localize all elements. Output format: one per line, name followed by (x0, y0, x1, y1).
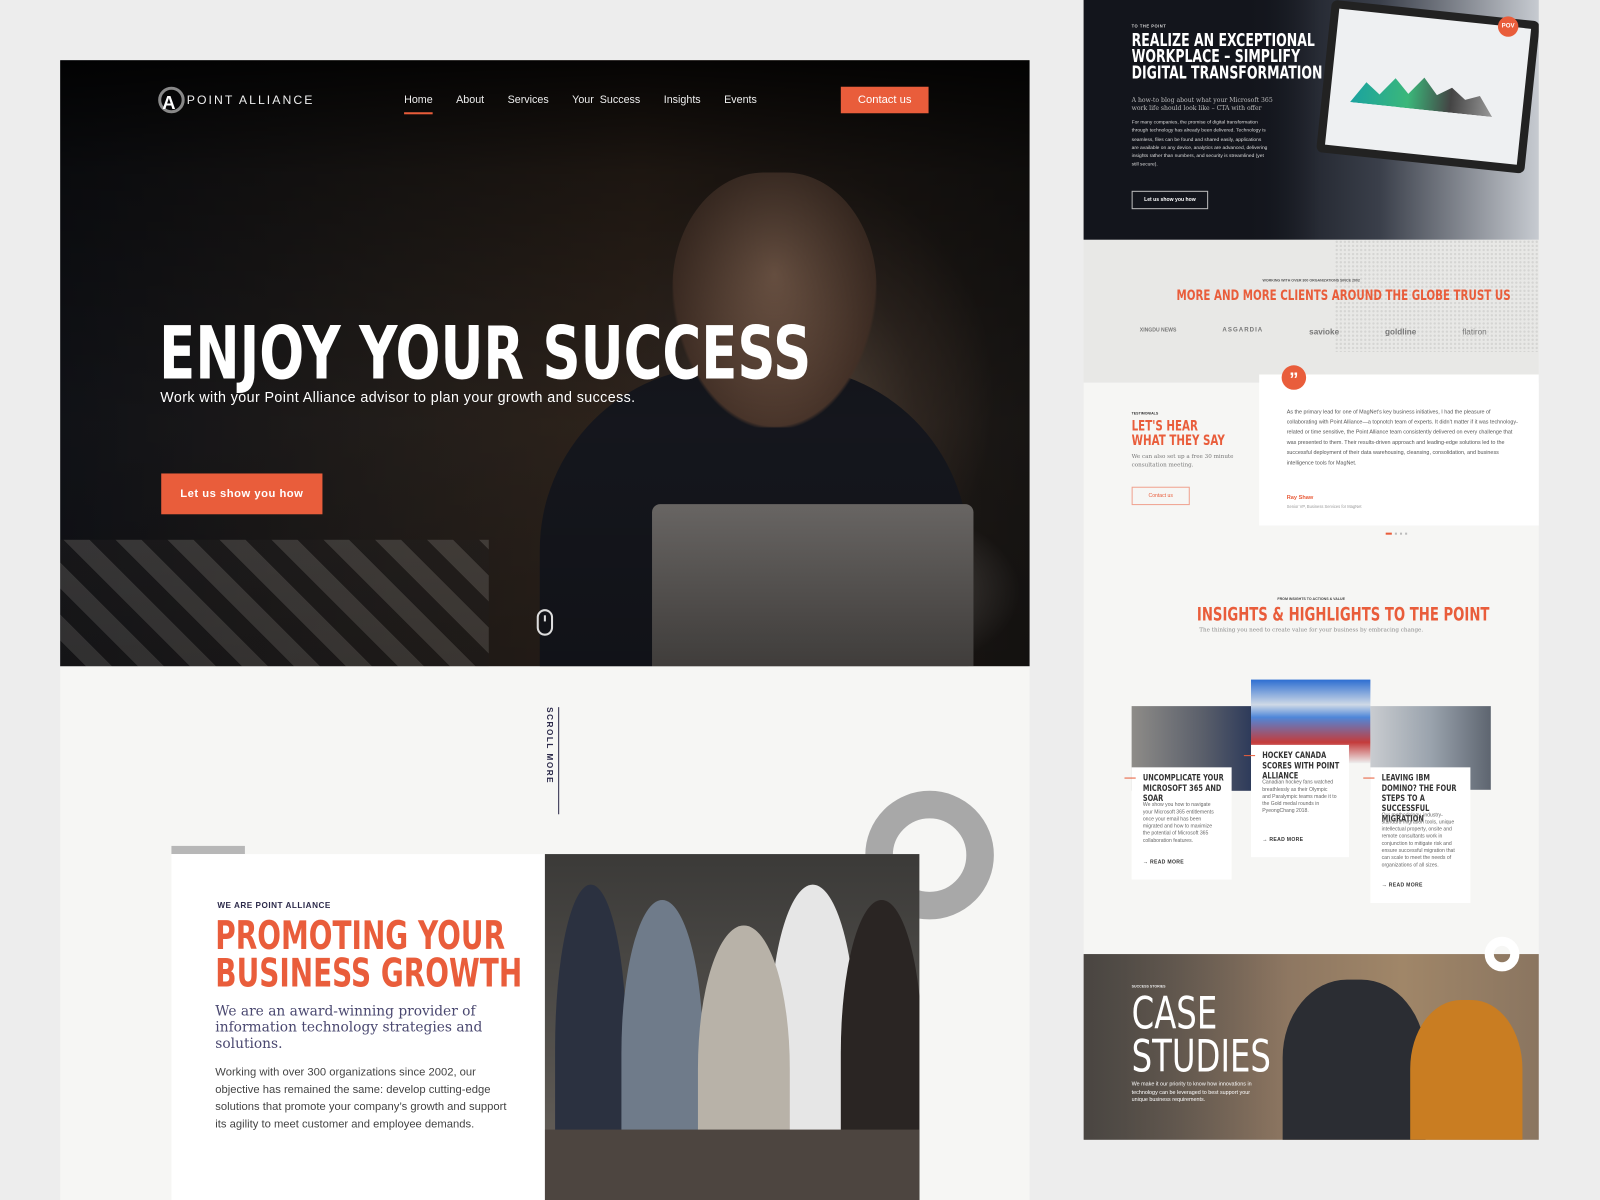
about-lead: We are an award-winning provider of info… (215, 1003, 483, 1053)
mouse-icon[interactable] (536, 609, 554, 636)
logo-text: POINT ALLIANCE (186, 92, 315, 108)
insight-text-3: Our methodology, industry-standard migra… (1381, 812, 1455, 869)
blog-title: REALIZE AN EXCEPTIONAL WORKPLACE – SIMPLI… (1131, 30, 1323, 84)
read-more-link-2[interactable]: → READ MORE (1262, 837, 1303, 843)
nav-about[interactable]: About (456, 94, 484, 114)
main-nav: Home About Services Your Success Insight… (404, 94, 757, 115)
testimonial-role: Senior VP, Business Services for MagNet (1286, 504, 1362, 510)
insight-card-2[interactable]: HOCKEY CANADA SCORES WITH POINT ALLIANCE… (1243, 744, 1349, 858)
pager-dot[interactable] (1399, 532, 1403, 535)
client-logos: XINGDU NEWS ASGARDIA savioke goldline fl… (1140, 328, 1487, 337)
nav-home[interactable]: Home (404, 94, 433, 115)
nav-services[interactable]: Services (508, 94, 549, 114)
team-photo (544, 854, 920, 1200)
blog-hero-section: POV TO THE POINT REALIZE AN EXCEPTIONAL W… (1083, 0, 1539, 240)
pager-dot[interactable] (1405, 532, 1408, 535)
clients-title: MORE AND MORE CLIENTS AROUND THE GLOBE T… (1176, 287, 1511, 305)
client-logo-asgardia: ASGARDIA (1222, 327, 1264, 334)
client-logo-savioke: savioke (1309, 327, 1340, 337)
nav-insights[interactable]: Insights (664, 94, 701, 114)
about-card: WE ARE POINT ALLIANCE PROMOTING YOUR BUSI… (171, 854, 546, 1200)
pager-dot[interactable] (1394, 532, 1397, 535)
client-logo-xingdu: XINGDU NEWS (1139, 327, 1177, 334)
insight-text-1: We show you how to navigate your Microso… (1142, 802, 1214, 844)
clients-eyebrow: WORKING WITH OVER 300 ORGANIZATIONS SINC… (1262, 278, 1360, 283)
hero-title: ENJOY YOUR SUCCESS (159, 310, 812, 396)
testimonial-author: Ray Shaw (1286, 494, 1314, 502)
hero-subtitle: Work with your Point Alliance advisor to… (160, 388, 636, 406)
quote-icon: ” (1281, 365, 1307, 390)
client-logo-flatiron: flatiron (1462, 327, 1487, 337)
hero-cta-button[interactable]: Let us show you how (161, 473, 323, 515)
read-more-link-1[interactable]: → READ MORE (1143, 859, 1184, 865)
logo[interactable]: POINT ALLIANCE (158, 86, 315, 114)
testimonial-card: As the primary lead for one of MagNet's … (1259, 374, 1539, 526)
insights-title: INSIGHTS & HIGHLIGHTS TO THE POINT (1196, 604, 1490, 626)
logo-icon (158, 86, 185, 114)
insight-title-2: HOCKEY CANADA SCORES WITH POINT ALLIANCE (1262, 751, 1340, 782)
client-logo-goldline: goldline (1385, 327, 1417, 337)
decorative-bar (171, 845, 245, 855)
testimonial-pager (1385, 532, 1408, 535)
insight-card-3[interactable]: LEAVING IBM DOMINO? THE FOUR STEPS TO A … (1363, 767, 1471, 904)
case-photo-woman (1410, 999, 1523, 1140)
about-section: SCROLL MORE WE ARE POINT ALLIANCE PROMOT… (60, 666, 1030, 1200)
blog-body: For many companies, the promise of digit… (1131, 120, 1268, 168)
clients-section: WORKING WITH OVER 300 ORGANIZATIONS SINC… (1083, 239, 1539, 383)
pager-dot-active[interactable] (1385, 532, 1392, 535)
insights-section: FROM INSIGHTS TO ACTIONS & VALUE INSIGHT… (1083, 545, 1539, 955)
nav-your-success[interactable]: Your Success (572, 94, 640, 114)
hero-section: POINT ALLIANCE Home About Services Your … (60, 60, 1030, 667)
testimonial-quote: As the primary lead for one of MagNet's … (1286, 409, 1518, 467)
case-body: We make it our priority to know how inno… (1131, 1081, 1252, 1104)
blog-cta-button[interactable]: Let us show you how (1131, 190, 1209, 210)
insights-subtitle: The thinking you need to create value fo… (1199, 627, 1424, 634)
about-eyebrow: WE ARE POINT ALLIANCE (217, 901, 331, 911)
read-more-link-3[interactable]: → READ MORE (1382, 883, 1423, 889)
blog-lead: A how-to blog about what your Microsoft … (1131, 96, 1273, 113)
insight-card-1[interactable]: UNCOMPLICATE YOUR MICROSOFT 365 AND SOAR… (1124, 767, 1232, 880)
testimonials-title: LET'S HEAR WHAT THEY SAY (1131, 418, 1225, 449)
nav-events[interactable]: Events (724, 94, 757, 114)
testimonials-contact-button[interactable]: Contact us (1131, 486, 1190, 506)
about-body: Working with over 300 organizations sinc… (215, 1066, 507, 1131)
testimonials-lead: We can also set up a free 30 minute cons… (1131, 454, 1234, 469)
case-title: CASE STUDIES (1131, 987, 1271, 1083)
scroll-more-indicator[interactable]: SCROLL MORE (545, 707, 560, 815)
blog-eyebrow: TO THE POINT (1131, 23, 1167, 29)
contact-us-button[interactable]: Contact us (840, 86, 929, 114)
case-studies-section: SUCCESS STORIES CASE STUDIES We make it o… (1083, 954, 1539, 1140)
insights-eyebrow: FROM INSIGHTS TO ACTIONS & VALUE (1277, 596, 1346, 602)
insight-title-1: UNCOMPLICATE YOUR MICROSOFT 365 AND SOAR (1142, 773, 1224, 805)
decorative-ring-small (1484, 936, 1520, 972)
pov-badge: POV (1497, 16, 1519, 37)
testimonials-eyebrow: TESTIMONIALS (1131, 411, 1159, 416)
insight-text-2: Canadian hockey fans watched breathlessl… (1262, 779, 1337, 815)
